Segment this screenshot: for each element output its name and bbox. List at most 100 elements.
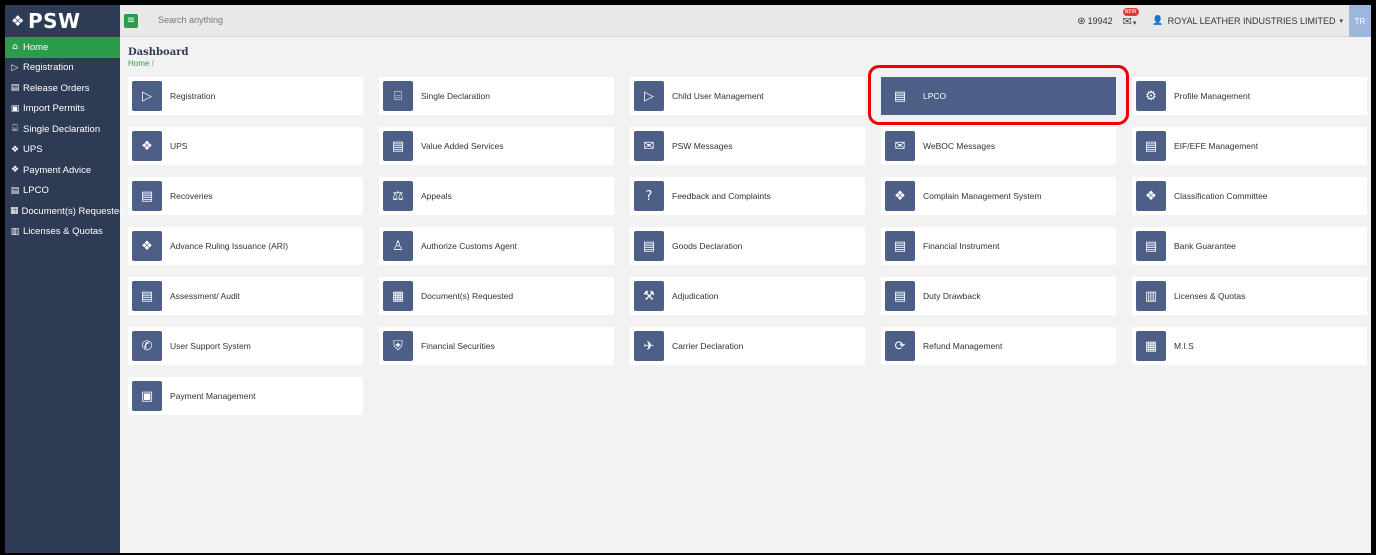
card-label: PSW Messages — [672, 141, 733, 151]
card-adjudication[interactable]: ⚒ Adjudication — [630, 277, 865, 315]
card-feedback-and-complaints[interactable]: ? Feedback and Complaints — [630, 177, 865, 215]
advance-ruling-issuance-icon: ❖ — [132, 231, 162, 261]
chevron-down-icon: ▾ — [1339, 17, 1343, 25]
card-eif-efe-management[interactable]: ▤ EIF/EFE Management — [1132, 127, 1367, 165]
card-value-added-services[interactable]: ▤ Value Added Services — [379, 127, 614, 165]
sidebar-item-label: LPCO — [23, 185, 49, 197]
hamburger-icon: ≡ — [126, 15, 136, 26]
card-assessment-audit[interactable]: ▤ Assessment/ Audit — [128, 277, 363, 315]
ups-icon: ❖ — [10, 144, 20, 155]
card-authorize-customs-agent[interactable]: ♙ Authorize Customs Agent — [379, 227, 614, 265]
card-bank-guarantee[interactable]: ▤ Bank Guarantee — [1132, 227, 1367, 265]
card-payment-management[interactable]: ▣ Payment Management — [128, 377, 363, 415]
card-psw-messages[interactable]: ✉ PSW Messages — [630, 127, 865, 165]
sidebar-item-ups[interactable]: ❖ UPS — [5, 140, 120, 161]
sidebar-item-label: Single Declaration — [23, 123, 101, 135]
sidebar-item-payment-advice[interactable]: ❖ Payment Advice — [5, 160, 120, 181]
card-label: Bank Guarantee — [1174, 241, 1236, 251]
classification-committee-icon: ❖ — [1136, 181, 1166, 211]
card-financial-instrument[interactable]: ▤ Financial Instrument — [881, 227, 1116, 265]
payment-management-icon: ▣ — [132, 381, 162, 411]
single-declaration-icon: ⌸ — [383, 81, 413, 111]
card-single-declaration[interactable]: ⌸ Single Declaration — [379, 77, 614, 115]
ups-icon: ❖ — [132, 131, 162, 161]
goods-declaration-icon: ▤ — [634, 231, 664, 261]
sidebar-item-registration[interactable]: ▷ Registration — [5, 58, 120, 79]
new-badge: NEW — [1122, 7, 1139, 16]
card-label: LPCO — [923, 91, 947, 101]
card-classification-committee[interactable]: ❖ Classification Committee — [1132, 177, 1367, 215]
breadcrumb: Home / — [128, 59, 154, 68]
card-label: Duty Drawback — [923, 291, 981, 301]
card-label: Profile Management — [1174, 91, 1251, 101]
licenses-quotas-icon: ▥ — [10, 226, 20, 237]
sidebar-item-label: UPS — [23, 144, 43, 156]
card-label: Authorize Customs Agent — [421, 241, 517, 251]
sidebar-item-lpco[interactable]: ▤ LPCO — [5, 181, 120, 202]
lpco-icon: ▤ — [10, 185, 20, 196]
sidebar-item-import-permits[interactable]: ▣ Import Permits — [5, 99, 120, 120]
topbar-actions: ⊛ 19942 NEW ✉▾ 👤 ROYAL LEATHER INDUSTRIE… — [1077, 5, 1371, 37]
points-value: 19942 — [1087, 16, 1113, 26]
card-weboc-messages[interactable]: ✉ WeBOC Messages — [881, 127, 1116, 165]
card-advance-ruling-issuance[interactable]: ❖ Advance Ruling Issuance (ARI) — [128, 227, 363, 265]
card-label: Assessment/ Audit — [170, 291, 240, 301]
card-label: Carrier Declaration — [672, 341, 744, 351]
card-recoveries[interactable]: ▤ Recoveries — [128, 177, 363, 215]
documents-requested-icon: ▦ — [10, 206, 19, 217]
sidebar-item-label: Document(s) Requested — [21, 205, 125, 217]
card-registration[interactable]: ▷ Registration — [128, 77, 363, 115]
psw-logo-icon: ❖ — [11, 12, 25, 30]
sidebar-item-documents-requested[interactable]: ▦ Document(s) Requested — [5, 201, 124, 222]
complain-management-system-icon: ❖ — [885, 181, 915, 211]
card-documents-requested[interactable]: ▦ Document(s) Requested — [379, 277, 614, 315]
card-label: Adjudication — [672, 291, 719, 301]
card-label: UPS — [170, 141, 188, 151]
card-profile-management[interactable]: ⚙ Profile Management — [1132, 77, 1367, 115]
card-refund-management[interactable]: ⟳ Refund Management — [881, 327, 1116, 365]
points-icon: ⊛ — [1077, 15, 1086, 27]
payment-advice-icon: ❖ — [10, 165, 20, 176]
notifications-button[interactable]: NEW ✉▾ — [1122, 7, 1139, 28]
documents-requested-icon: ▦ — [383, 281, 413, 311]
eif-efe-management-icon: ▤ — [1136, 131, 1166, 161]
card-mis[interactable]: ▦ M.I.S — [1132, 327, 1367, 365]
sidebar-item-release-orders[interactable]: ▤ Release Orders — [5, 78, 120, 99]
card-carrier-declaration[interactable]: ✈ Carrier Declaration — [630, 327, 865, 365]
search-input[interactable] — [158, 15, 458, 25]
breadcrumb-home[interactable]: Home — [128, 59, 149, 68]
card-child-user-management[interactable]: ▷ Child User Management — [630, 77, 865, 115]
card-financial-securities[interactable]: ⛨ Financial Securities — [379, 327, 614, 365]
appeals-icon: ⚖ — [383, 181, 413, 211]
card-appeals[interactable]: ⚖ Appeals — [379, 177, 614, 215]
card-lpco[interactable]: ▤ LPCO — [868, 65, 1129, 125]
authorize-customs-agent-icon: ♙ — [383, 231, 413, 261]
avatar[interactable]: TR — [1349, 5, 1371, 37]
feedback-and-complaints-icon: ? — [634, 181, 664, 211]
user-menu[interactable]: 👤 ROYAL LEATHER INDUSTRIES LIMITED ▾ — [1152, 16, 1343, 26]
sidebar-item-home[interactable]: ⌂ Home — [5, 37, 120, 58]
release-orders-icon: ▤ — [10, 83, 20, 94]
single-declaration-icon: ⌸ — [12, 124, 18, 135]
adjudication-icon: ⚒ — [634, 281, 664, 311]
card-complain-management-system[interactable]: ❖ Complain Management System — [881, 177, 1116, 215]
assessment-audit-icon: ▤ — [132, 281, 162, 311]
sidebar-item-label: Licenses & Quotas — [23, 226, 103, 238]
card-label: Complain Management System — [923, 191, 1042, 201]
weboc-messages-icon: ✉ — [885, 131, 915, 161]
card-licenses-quotas[interactable]: ▥ Licenses & Quotas — [1132, 277, 1367, 315]
card-ups[interactable]: ❖ UPS — [128, 127, 363, 165]
card-duty-drawback[interactable]: ▤ Duty Drawback — [881, 277, 1116, 315]
sidebar-item-single-declaration[interactable]: ⌸ Single Declaration — [5, 119, 120, 140]
dashboard-grid: ▷ Registration ⌸ Single Declaration ▷ Child U… — [128, 65, 1367, 415]
menu-toggle-button[interactable]: ≡ — [124, 14, 138, 28]
card-label: User Support System — [170, 341, 251, 351]
card-label: Appeals — [421, 191, 452, 201]
card-goods-declaration[interactable]: ▤ Goods Declaration — [630, 227, 865, 265]
card-label: Document(s) Requested — [421, 291, 514, 301]
value-added-services-icon: ▤ — [383, 131, 413, 161]
card-user-support-system[interactable]: ✆ User Support System — [128, 327, 363, 365]
sidebar-item-licenses-quotas[interactable]: ▥ Licenses & Quotas — [5, 222, 120, 243]
points-display: ⊛ 19942 — [1077, 16, 1112, 27]
psw-logo[interactable]: ❖ PSW — [5, 5, 120, 37]
